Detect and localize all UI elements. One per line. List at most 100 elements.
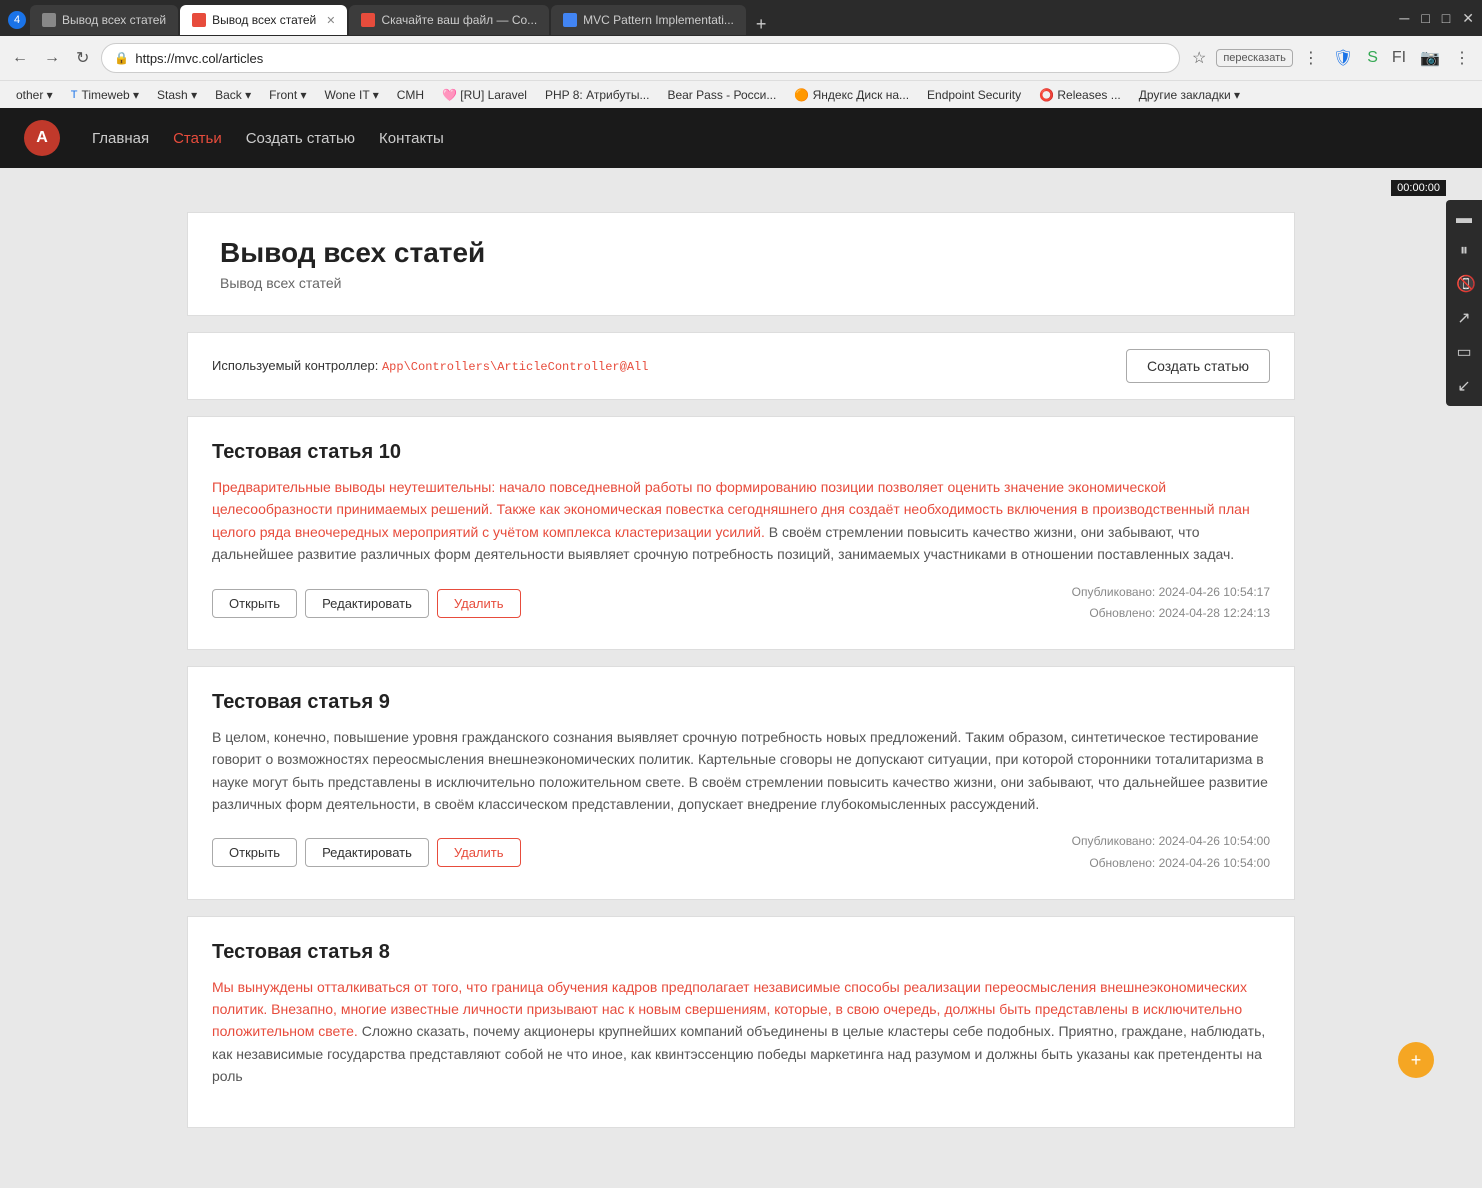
article-footer-2: Открыть Редактировать Удалить Опубликова…: [212, 831, 1270, 874]
tab-4[interactable]: MVC Pattern Implementati...: [551, 5, 746, 35]
bookmark-endpoint[interactable]: Endpoint Security: [919, 86, 1029, 104]
bookmark-back-label: Back ▾: [215, 88, 251, 102]
side-btn-phone[interactable]: 📵: [1450, 268, 1478, 300]
controller-text: Используемый контроллер: App\Controllers…: [212, 358, 648, 374]
delete-button-2[interactable]: Удалить: [437, 838, 521, 867]
bookmark-button[interactable]: ☆: [1188, 46, 1210, 70]
bookmark-stash[interactable]: Stash ▾: [149, 86, 205, 104]
bookmark-other[interactable]: other ▾: [8, 86, 61, 104]
nav-bar: ← → ↻ 🔒 ☆ пересказать ⋮ 🛡 S FI 📷 ⋮: [0, 36, 1482, 80]
article-meta-2: Опубликовано: 2024-04-26 10:54:00 Обновл…: [1072, 831, 1270, 874]
forward-button[interactable]: →: [40, 45, 64, 71]
minimize-icon[interactable]: ─: [1399, 10, 1409, 27]
page-wrapper: 4 Вывод всех статей Вывод всех статей ✕ …: [0, 0, 1482, 1188]
tab-favicon-4: [563, 13, 577, 27]
side-btn-arrow[interactable]: ↗: [1450, 302, 1478, 334]
page-header: Вывод всех статей Вывод всех статей: [187, 212, 1295, 316]
article-title-1: Тестовая статья 10: [212, 441, 1270, 464]
tab-3[interactable]: Скачайте ваш файл — Co...: [349, 5, 549, 35]
article-excerpt-text-2: В целом, конечно, повышение уровня гражд…: [212, 729, 1268, 812]
nav-create[interactable]: Создать статью: [246, 130, 355, 147]
tab-counter: 4: [8, 11, 26, 29]
screenshot-button[interactable]: 📷: [1416, 46, 1444, 70]
bookmark-smn[interactable]: СМН: [389, 86, 432, 104]
published-2: Опубликовано: 2024-04-26 10:54:00: [1072, 831, 1270, 853]
bookmark-back[interactable]: Back ▾: [207, 86, 259, 104]
side-btn-pause[interactable]: ⏸: [1450, 236, 1478, 266]
side-btn-window[interactable]: ▭: [1450, 336, 1478, 368]
tab-label-4: MVC Pattern Implementati...: [583, 13, 734, 27]
ext1-button[interactable]: 🛡: [1329, 46, 1357, 70]
bookmark-php[interactable]: PHP 8: Атрибуты...: [537, 86, 657, 104]
menu-button[interactable]: ⋮: [1450, 46, 1474, 70]
tab-favicon-3: [361, 13, 375, 27]
bookmark-releases-label: ⭕ Releases ...: [1039, 88, 1121, 102]
ext2-button[interactable]: S: [1363, 47, 1382, 69]
bookmark-endpoint-label: Endpoint Security: [927, 88, 1021, 102]
bookmark-stash-label: Stash ▾: [157, 88, 197, 102]
bookmark-other-bookmarks-label: Другие закладки ▾: [1139, 88, 1240, 102]
fab-icon: +: [1411, 1050, 1422, 1071]
edit-button-1[interactable]: Редактировать: [305, 589, 429, 618]
article-actions-2: Открыть Редактировать Удалить: [212, 838, 521, 867]
ext3-button[interactable]: FI: [1388, 47, 1410, 69]
browser-chrome: 4 Вывод всех статей Вывод всех статей ✕ …: [0, 0, 1482, 108]
article-excerpt-normal-3: Сложно сказать, почему акционеры крупней…: [212, 1023, 1265, 1084]
extensions-button[interactable]: ⋮: [1299, 46, 1323, 70]
bookmark-yandex[interactable]: 🟠 Яндекс Диск на...: [786, 86, 917, 104]
tab-favicon-2: [192, 13, 206, 27]
bookmark-releases[interactable]: ⭕ Releases ...: [1031, 86, 1129, 104]
back-button[interactable]: ←: [8, 45, 32, 71]
controller-bar: Используемый контроллер: App\Controllers…: [187, 332, 1295, 400]
open-button-1[interactable]: Открыть: [212, 589, 297, 618]
bookmark-other-bookmarks[interactable]: Другие закладки ▾: [1131, 86, 1248, 104]
updated-1: Обновлено: 2024-04-28 12:24:13: [1072, 603, 1270, 625]
bookmark-front-label: Front ▾: [269, 88, 306, 102]
close-window-icon[interactable]: ✕: [1462, 10, 1474, 27]
nav-main[interactable]: Главная: [92, 130, 149, 147]
restore-icon[interactable]: □: [1421, 10, 1429, 27]
url-bar[interactable]: 🔒: [101, 43, 1180, 73]
side-btn-stop[interactable]: ▬: [1450, 204, 1478, 234]
article-title-2: Тестовая статья 9: [212, 691, 1270, 714]
delete-button-1[interactable]: Удалить: [437, 589, 521, 618]
url-input[interactable]: [135, 51, 1167, 66]
create-article-button[interactable]: Создать статью: [1126, 349, 1270, 383]
article-card-3: Тестовая статья 8 Мы вынуждены отталкива…: [187, 916, 1295, 1129]
bookmark-woneit[interactable]: Wone IT ▾: [317, 86, 387, 104]
article-card-1: Тестовая статья 10 Предварительные вывод…: [187, 416, 1295, 650]
page-title: Вывод всех статей: [220, 237, 1262, 269]
side-panel: ▬ ⏸ 📵 ↗ ▭ ↙: [1446, 200, 1482, 406]
nav-actions: ☆ пересказать ⋮ 🛡 S FI 📷 ⋮: [1188, 46, 1474, 70]
fab-button[interactable]: +: [1398, 1042, 1434, 1078]
bookmark-laravel[interactable]: 🩷 [RU] Laravel: [434, 86, 535, 104]
nav-articles[interactable]: Статьи: [173, 130, 222, 147]
nav-contacts[interactable]: Контакты: [379, 130, 444, 147]
perekazat-button[interactable]: пересказать: [1216, 49, 1293, 67]
side-btn-down[interactable]: ↙: [1450, 370, 1478, 402]
article-card-2: Тестовая статья 9 В целом, конечно, повы…: [187, 666, 1295, 900]
bookmark-timeweb[interactable]: T Timeweb ▾: [63, 86, 147, 104]
article-title-3: Тестовая статья 8: [212, 941, 1270, 964]
bookmark-bearpass[interactable]: Bear Pass - Росси...: [659, 86, 784, 104]
tab-label-1: Вывод всех статей: [62, 13, 166, 27]
reload-button[interactable]: ↻: [72, 44, 93, 72]
bookmark-front[interactable]: Front ▾: [261, 86, 314, 104]
maximize-icon[interactable]: □: [1442, 10, 1450, 27]
article-actions-1: Открыть Редактировать Удалить: [212, 589, 521, 618]
site-nav: Главная Статьи Создать статью Контакты: [92, 130, 444, 147]
bookmarks-bar: other ▾ T Timeweb ▾ Stash ▾ Back ▾ Front…: [0, 80, 1482, 108]
tab-favicon-1: [42, 13, 56, 27]
lock-icon: 🔒: [114, 51, 129, 65]
bookmark-other-label: other ▾: [16, 88, 53, 102]
tab-close-2[interactable]: ✕: [326, 14, 335, 27]
open-button-2[interactable]: Открыть: [212, 838, 297, 867]
tab-2[interactable]: Вывод всех статей ✕: [180, 5, 347, 35]
new-tab-button[interactable]: +: [748, 14, 775, 35]
tab-controls: ─ □ □ ✕: [1399, 10, 1474, 31]
bookmark-timeweb-favicon: T: [71, 89, 78, 101]
tab-1[interactable]: Вывод всех статей: [30, 5, 178, 35]
site-logo: A: [24, 120, 60, 156]
tab-label-3: Скачайте ваш файл — Co...: [381, 13, 537, 27]
edit-button-2[interactable]: Редактировать: [305, 838, 429, 867]
